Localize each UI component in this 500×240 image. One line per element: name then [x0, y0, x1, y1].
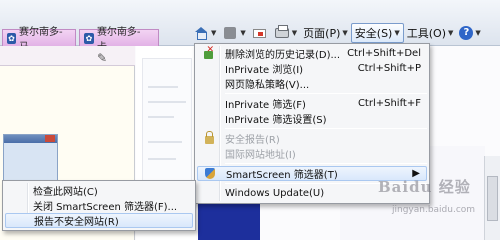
menu-item-label: 关闭 SmartScreen 筛选器(F)...	[33, 202, 178, 213]
menu-item-label: 报告不安全网站(R)	[34, 217, 119, 228]
menu-item-privacy-policy[interactable]: 网页隐私策略(V)...	[197, 76, 427, 91]
menu-item-check-website[interactable]: 检查此网站(C)	[5, 183, 193, 198]
safety-menu-button[interactable]: 安全(S) ▼	[350, 23, 404, 43]
paw-icon: ✿	[84, 32, 94, 44]
safety-menu-label: 安全(S)	[354, 27, 393, 40]
menu-item-inprivate-browsing[interactable]: InPrivate 浏览(I) Ctrl+Shift+P	[197, 61, 427, 76]
menu-item-label: InPrivate 浏览(I)	[225, 65, 304, 76]
shield-icon	[205, 168, 215, 179]
help-icon: ?	[459, 26, 474, 40]
page-menu-button[interactable]: 页面(P) ▼	[300, 23, 351, 43]
menu-separator	[225, 163, 427, 164]
chevron-down-icon: ▼	[240, 29, 246, 37]
browser-window: ✿ 赛尔南多-马... ✿ 赛尔南多-卡... ▼ ▼ ▼	[0, 0, 500, 240]
home-icon	[194, 27, 208, 40]
tab-strip: ✿ 赛尔南多-马... ✿ 赛尔南多-卡... ▼ ▼ ▼	[0, 0, 500, 53]
left-pane-header	[0, 46, 135, 66]
chevron-down-icon: ▼	[211, 29, 217, 37]
baidu-watermark-url: jingyan.baidu.com	[392, 205, 476, 215]
close-icon	[45, 135, 55, 142]
menu-item-label: 国际网站地址(I)	[225, 150, 296, 161]
mail-button[interactable]	[249, 23, 271, 43]
menu-item-international-address: 国际网站地址(I)	[197, 146, 427, 161]
print-button[interactable]: ▼	[271, 23, 300, 43]
page-menu-label: 页面(P)	[303, 27, 341, 40]
feeds-button[interactable]: ▼	[219, 23, 248, 43]
command-bar: ▼ ▼ ▼ 页面(P) ▼ 安全(S) ▼ 工具(O) ▼ ? ▼	[190, 22, 500, 44]
pencil-icon[interactable]: ✎	[97, 51, 107, 65]
menu-item-label: InPrivate 筛选设置(S)	[225, 115, 327, 126]
menu-item-report-unsafe-website[interactable]: 报告不安全网站(R)	[5, 213, 193, 228]
menu-item-shortcut: Ctrl+Shift+P	[357, 63, 421, 74]
lock-icon	[204, 131, 214, 144]
chevron-down-icon: ▼	[291, 29, 298, 37]
delete-history-icon	[203, 45, 215, 59]
rss-icon	[224, 27, 237, 39]
menu-item-inprivate-filtering[interactable]: InPrivate 筛选(F) Ctrl+Shift+F	[197, 96, 427, 111]
baidu-watermark-logo: Baidu 经验	[378, 178, 471, 196]
vertical-scrollbar[interactable]	[484, 156, 500, 240]
menu-item-label: 安全报告(R)	[225, 135, 280, 146]
chevron-down-icon: ▼	[342, 29, 348, 37]
menu-item-inprivate-filtering-settings[interactable]: InPrivate 筛选设置(S)	[197, 111, 427, 126]
mail-icon	[253, 28, 267, 38]
menu-item-label: InPrivate 筛选(F)	[225, 100, 306, 111]
chevron-down-icon: ▼	[448, 29, 454, 37]
tools-menu-button[interactable]: 工具(O) ▼	[404, 23, 457, 43]
chevron-down-icon: ▼	[394, 29, 400, 37]
menu-item-security-report: 安全报告(R)	[197, 131, 427, 146]
home-button[interactable]: ▼	[190, 23, 219, 43]
tab-2[interactable]: ✿ 赛尔南多-卡...	[79, 27, 159, 53]
menu-item-label: 网页隐私策略(V)...	[225, 80, 310, 91]
menu-item-shortcut: Ctrl+Shift+F	[357, 98, 421, 109]
smartscreen-submenu: 检查此网站(C) 关闭 SmartScreen 筛选器(F)... 报告不安全网…	[2, 180, 196, 231]
tab-1[interactable]: ✿ 赛尔南多-马...	[2, 27, 76, 53]
menu-item-turn-off-smartscreen[interactable]: 关闭 SmartScreen 筛选器(F)...	[5, 198, 193, 213]
menu-separator	[225, 93, 427, 94]
menu-item-label: 删除浏览的历史记录(D)...	[225, 50, 341, 61]
chevron-down-icon: ▼	[475, 29, 481, 37]
tools-menu-label: 工具(O)	[406, 27, 446, 40]
scrollbar-thumb[interactable]	[487, 176, 498, 221]
menu-item-shortcut: Ctrl+Shift+Del	[347, 48, 421, 59]
menu-item-label: 检查此网站(C)	[33, 187, 98, 198]
print-icon	[274, 25, 289, 38]
help-button[interactable]: ? ▼	[456, 23, 483, 43]
menu-separator	[225, 128, 427, 129]
paw-icon: ✿	[7, 32, 17, 44]
menu-item-delete-history[interactable]: 删除浏览的历史记录(D)... Ctrl+Shift+Del	[197, 45, 427, 61]
